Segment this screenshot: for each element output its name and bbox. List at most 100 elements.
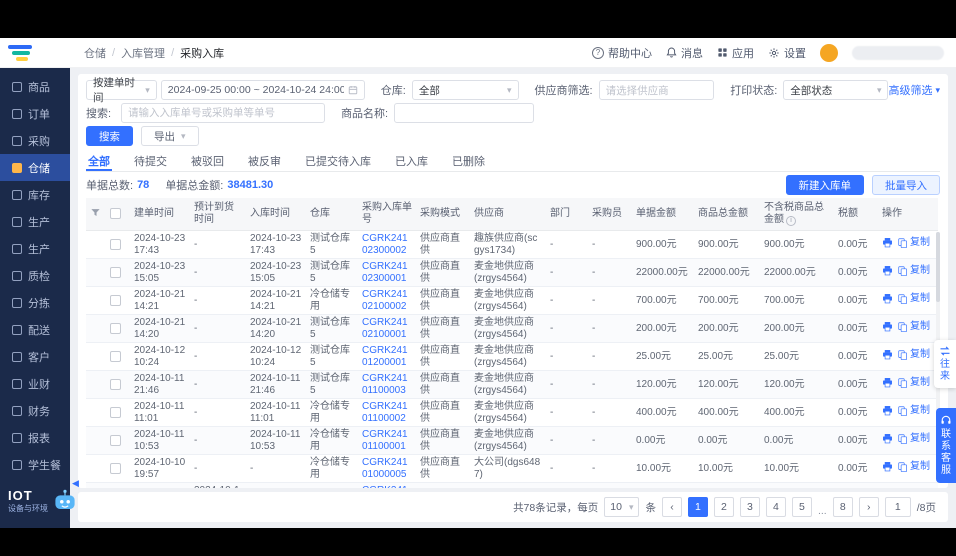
prev-page-button[interactable]: ‹ <box>662 497 682 517</box>
warehouse-select[interactable]: 全部▾ <box>412 80 519 100</box>
row-checkbox[interactable] <box>110 379 121 390</box>
breadcrumb-item-warehouse[interactable]: 仓储 <box>84 45 106 61</box>
settings-link[interactable]: 设置 <box>768 45 806 61</box>
order-number-link[interactable]: CGRK24102100001 <box>362 317 408 340</box>
total-amount: 38481.30 <box>227 179 273 191</box>
page-button-8[interactable]: 8 <box>833 497 853 517</box>
print-status-select[interactable]: 全部状态▾ <box>783 80 888 100</box>
row-checkbox[interactable] <box>110 463 121 474</box>
messages-link[interactable]: 消息 <box>666 45 703 61</box>
print-button[interactable] <box>882 321 893 332</box>
sidebar-item-customers[interactable]: 客户 <box>0 343 70 370</box>
row-checkbox[interactable] <box>110 323 121 334</box>
main-content: 按建单时间▾ 2024-09-25 00:00 ~ 2024-10-24 24:… <box>70 68 956 528</box>
copy-button[interactable]: 复制 <box>897 265 930 277</box>
order-number-link[interactable]: CGRK24101000004 <box>362 485 408 488</box>
sidebar-item-warehouse[interactable]: 仓储 <box>0 154 70 181</box>
sidebar-item-reports[interactable]: 报表 <box>0 424 70 451</box>
next-page-button[interactable]: › <box>859 497 879 517</box>
order-number-link[interactable]: CGRK24102300001 <box>362 261 408 284</box>
copy-button[interactable]: 复制 <box>897 433 930 445</box>
sidebar-item-student-meals[interactable]: 学生餐 <box>0 451 70 478</box>
page-button-3[interactable]: 3 <box>740 497 760 517</box>
search-button[interactable]: 搜索 <box>86 126 133 146</box>
sidebar-item-inventory[interactable]: 库存 <box>0 181 70 208</box>
apps-link[interactable]: 应用 <box>717 45 754 61</box>
tab-stored[interactable]: 已入库 <box>393 150 430 171</box>
per-page-select[interactable]: 10▾ <box>604 497 639 517</box>
order-number-link[interactable]: CGRK24101200001 <box>362 345 408 368</box>
order-number-link[interactable]: CGRK24101100002 <box>362 401 408 424</box>
sidebar-item-products[interactable]: 商品 <box>0 73 70 100</box>
filter-funnel-icon[interactable] <box>90 207 101 218</box>
sidebar-item-sorting[interactable]: 分拣 <box>0 289 70 316</box>
copy-button[interactable]: 复制 <box>897 293 930 305</box>
advanced-filter-toggle[interactable]: 高级筛选▾ <box>888 82 940 98</box>
sidebar-item-delivery[interactable]: 配送 <box>0 316 70 343</box>
create-inbound-button[interactable]: 新建入库单 <box>786 175 865 195</box>
print-button[interactable] <box>882 293 893 304</box>
row-checkbox[interactable] <box>110 239 121 250</box>
tab-review-reversed[interactable]: 被反审 <box>246 150 283 171</box>
copy-button[interactable]: 复制 <box>897 461 930 473</box>
company-name-redacted[interactable] <box>852 46 944 60</box>
row-checkbox[interactable] <box>110 407 121 418</box>
order-number-link[interactable]: CGRK24102100002 <box>362 289 408 312</box>
page-button-5[interactable]: 5 <box>792 497 812 517</box>
breadcrumb-item-inbound-mgmt[interactable]: 入库管理 <box>121 45 165 61</box>
sidebar-item-purchase[interactable]: 采购 <box>0 127 70 154</box>
print-button[interactable] <box>882 349 893 360</box>
sidebar-item-finance[interactable]: 财务 <box>0 397 70 424</box>
row-checkbox[interactable] <box>110 351 121 362</box>
order-number-link[interactable]: CGRK24101100001 <box>362 429 408 452</box>
row-select-cell <box>106 399 130 427</box>
contact-support-button[interactable]: 联系客服 <box>936 408 956 483</box>
copy-button[interactable]: 复制 <box>897 377 930 389</box>
sidebar-item-production-2[interactable]: 生产 <box>0 235 70 262</box>
export-button[interactable]: 导出▾ <box>141 126 199 146</box>
tab-pending-submit[interactable]: 待提交 <box>132 150 169 171</box>
page-button-4[interactable]: 4 <box>766 497 786 517</box>
order-number-link[interactable]: CGRK24101000005 <box>362 457 408 480</box>
date-range-input[interactable]: 2024-09-25 00:00 ~ 2024-10-24 24:00 <box>161 80 365 100</box>
tab-rejected[interactable]: 被驳回 <box>189 150 226 171</box>
supplier-select[interactable]: 请选择供应商 <box>599 80 715 100</box>
page-button-2[interactable]: 2 <box>714 497 734 517</box>
row-checkbox[interactable] <box>110 435 121 446</box>
sidebar-item-biz-finance[interactable]: 业财 <box>0 370 70 397</box>
copy-button[interactable]: 复制 <box>897 321 930 333</box>
batch-import-button[interactable]: 批量导入 <box>872 175 940 195</box>
sidebar-item-production-1[interactable]: 生产 <box>0 208 70 235</box>
ledger-float-button[interactable]: 往来 <box>934 340 956 388</box>
print-button[interactable] <box>882 237 893 248</box>
scrollbar-thumb[interactable] <box>936 232 940 302</box>
order-number-link[interactable]: CGRK24102300002 <box>362 233 408 256</box>
product-name-input[interactable] <box>394 103 534 123</box>
copy-button[interactable]: 复制 <box>897 237 930 249</box>
select-all-checkbox[interactable] <box>110 208 121 219</box>
row-checkbox[interactable] <box>110 295 121 306</box>
avatar[interactable] <box>820 44 838 62</box>
page-jump-input[interactable]: 1 <box>885 497 911 517</box>
sidebar-item-qc[interactable]: 质检 <box>0 262 70 289</box>
print-button[interactable] <box>882 377 893 388</box>
copy-button[interactable]: 复制 <box>897 349 930 361</box>
time-type-select[interactable]: 按建单时间▾ <box>86 80 157 100</box>
order-number-link[interactable]: CGRK24101100003 <box>362 373 408 396</box>
sidebar-collapse-arrow[interactable]: ◀ <box>72 478 79 489</box>
copy-button[interactable]: 复制 <box>897 405 930 417</box>
help-center-link[interactable]: ?帮助中心 <box>592 45 652 61</box>
sidebar-item-orders[interactable]: 订单 <box>0 100 70 127</box>
tab-submitted-pending[interactable]: 已提交待入库 <box>303 150 373 171</box>
page-button-1[interactable]: 1 <box>688 497 708 517</box>
print-button[interactable] <box>882 265 893 276</box>
tab-all[interactable]: 全部 <box>86 150 112 171</box>
tab-deleted[interactable]: 已删除 <box>450 150 487 171</box>
search-input[interactable] <box>121 103 325 123</box>
print-button[interactable] <box>882 405 893 416</box>
cell: 2024-10-23 15:05 <box>246 259 306 287</box>
row-checkbox[interactable] <box>110 267 121 278</box>
print-button[interactable] <box>882 433 893 444</box>
cell: - <box>588 231 632 259</box>
print-button[interactable] <box>882 461 893 472</box>
